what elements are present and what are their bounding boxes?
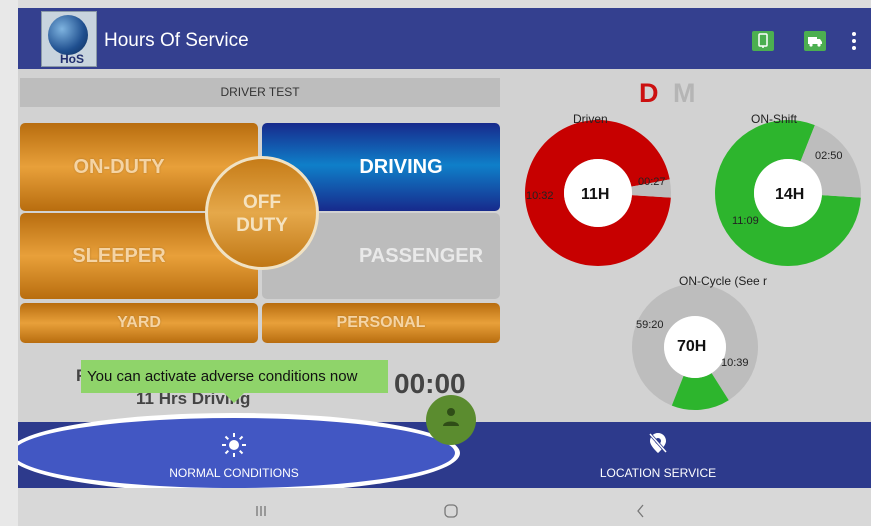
sun-icon <box>222 433 246 457</box>
recent-apps-icon[interactable] <box>254 504 268 518</box>
driven-right-value: 00:27 <box>638 176 666 188</box>
home-icon[interactable] <box>443 503 459 519</box>
on-cycle-label: ON-Cycle (See r <box>679 274 768 288</box>
on-cycle-right-value: 10:39 <box>721 357 749 369</box>
on-cycle-left-value: 59:20 <box>636 319 664 331</box>
on-shift-bottom-value: 11:09 <box>732 215 759 227</box>
on-shift-center: 14H <box>775 186 805 203</box>
driver-icon <box>443 408 459 426</box>
tab-normal-conditions[interactable]: NORMAL CONDITIONS <box>18 422 450 488</box>
tab-location-service-label: LOCATION SERVICE <box>599 466 717 480</box>
adverse-conditions-tooltip: You can activate adverse conditions now <box>81 360 388 393</box>
back-icon[interactable] <box>634 503 648 519</box>
adverse-conditions-fab[interactable] <box>426 395 476 445</box>
on-cycle-center: 70H <box>677 338 707 355</box>
background-left <box>0 0 18 526</box>
tab-normal-conditions-label: NORMAL CONDITIONS <box>169 466 299 480</box>
system-navigation-bar <box>18 488 871 526</box>
tab-location-service[interactable]: LOCATION SERVICE <box>445 422 871 488</box>
tooltip-arrow <box>224 393 244 403</box>
driven-left-value: 10:32 <box>526 190 554 202</box>
driven-center: 11H <box>581 186 610 203</box>
driven-label: Driven <box>573 112 608 126</box>
location-off-icon <box>648 433 668 453</box>
on-shift-label: ON-Shift <box>751 112 798 126</box>
on-shift-top-value: 02:50 <box>815 150 843 162</box>
app-window: HoS Hours Of Service DRIVER TEST ON-DUTY… <box>18 8 871 526</box>
